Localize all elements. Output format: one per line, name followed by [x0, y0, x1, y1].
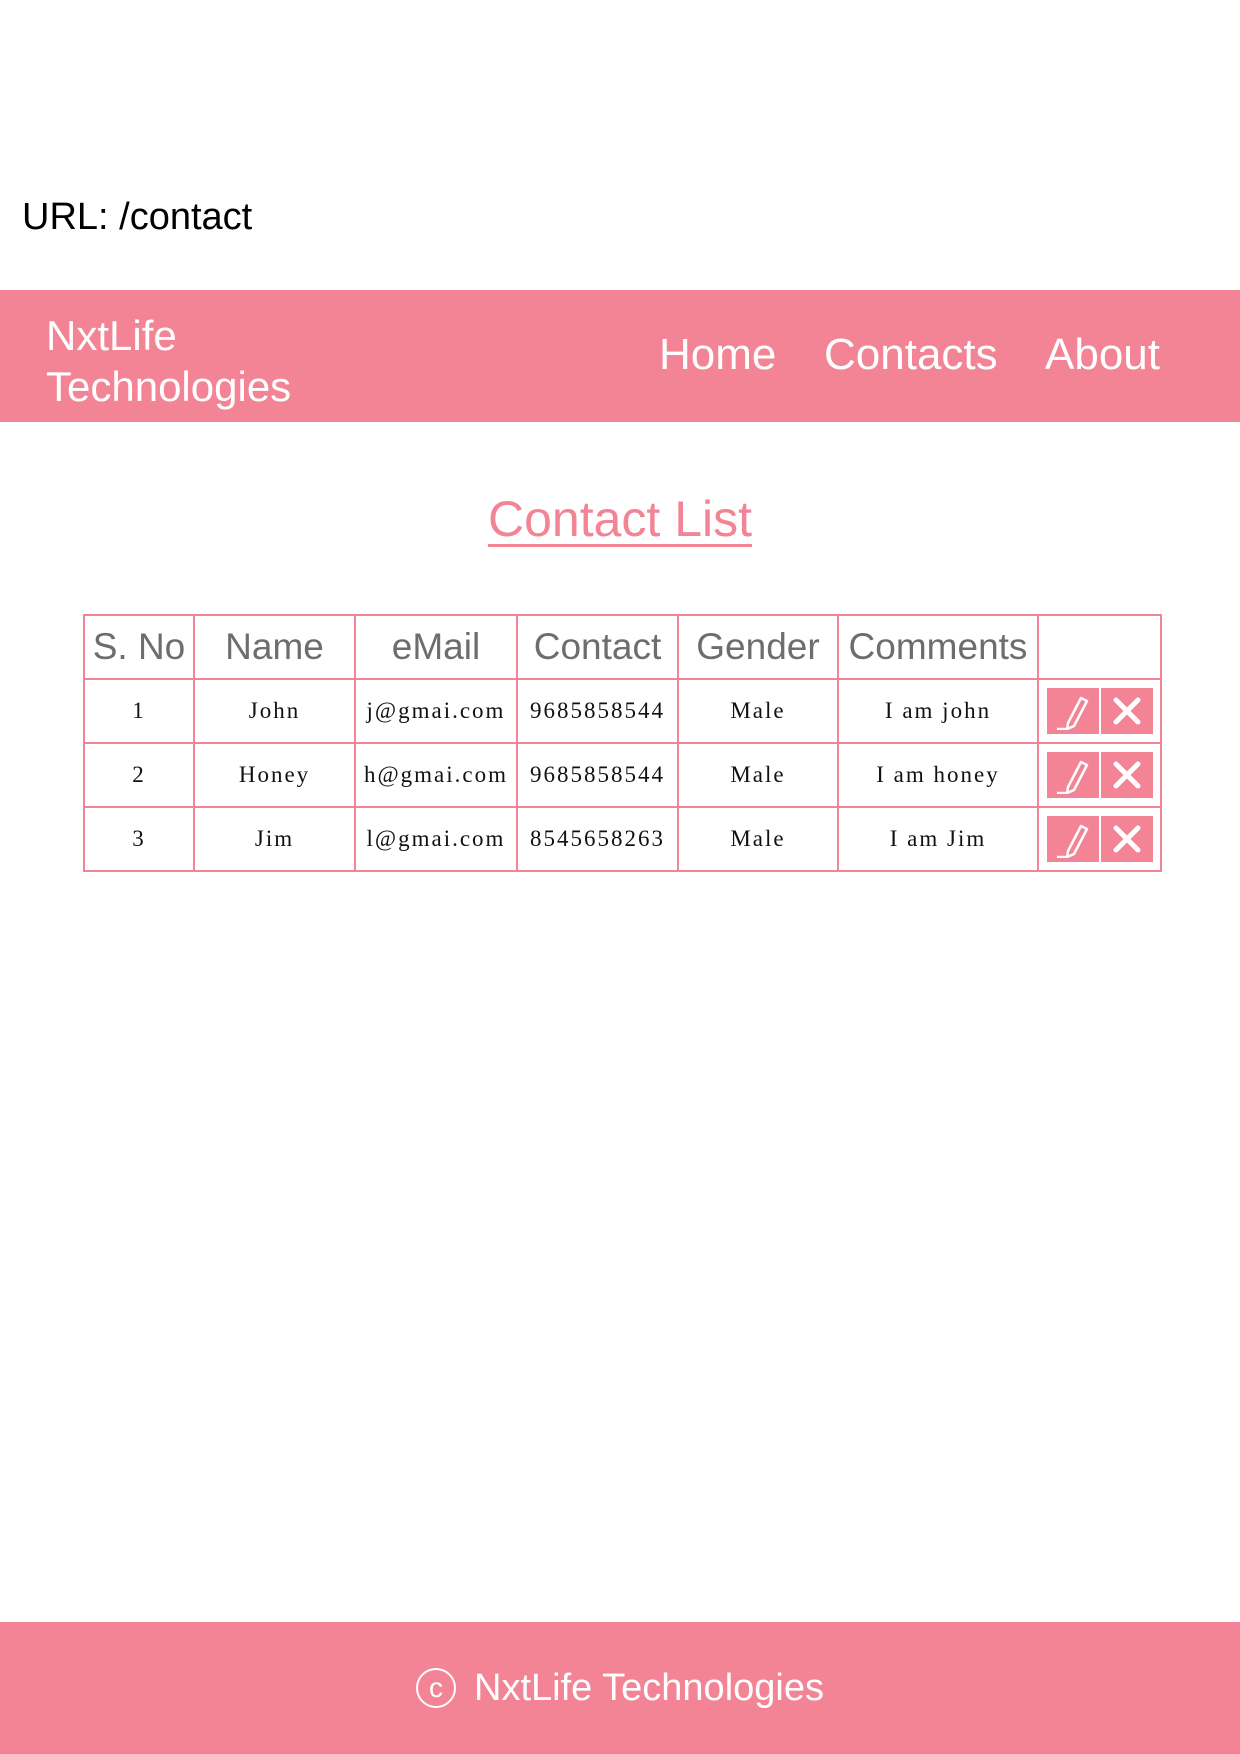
header-comments: Comments: [837, 614, 1039, 680]
brand-line-2: Technologies: [46, 363, 292, 410]
delete-button[interactable]: [1100, 816, 1153, 862]
nav-contacts[interactable]: Contacts: [824, 330, 998, 380]
cell-actions: [1037, 678, 1162, 744]
delete-button[interactable]: [1100, 688, 1153, 734]
cell-comments: I am honey: [837, 742, 1039, 808]
brand-logo-text[interactable]: NxtLife Technologies: [46, 310, 366, 412]
pencil-icon: [1056, 760, 1088, 794]
table-row: 3 Jim l@gmai.com 8545658263 Male I am Ji…: [83, 806, 1162, 872]
cell-contact: 9685858544: [516, 678, 679, 744]
pencil-icon: [1056, 824, 1088, 858]
close-icon: [1113, 761, 1140, 789]
header-name: Name: [193, 614, 356, 680]
cell-sno: 3: [83, 806, 195, 872]
cell-comments: I am Jim: [837, 806, 1039, 872]
header-actions: [1037, 614, 1162, 680]
title-wrap: Contact List: [0, 490, 1240, 548]
url-label: URL: /contact: [22, 196, 253, 238]
cell-gender: Male: [677, 742, 839, 808]
cell-contact: 8545658263: [516, 806, 679, 872]
nav-about[interactable]: About: [1045, 330, 1160, 380]
copyright-icon: c: [416, 1668, 457, 1708]
cell-email: h@gmai.com: [354, 742, 518, 808]
edit-button[interactable]: [1046, 816, 1099, 862]
table-header-row: S. No Name eMail Contact Gender Comments: [83, 614, 1162, 680]
table-row: 2 Honey h@gmai.com 9685858544 Male I am …: [83, 742, 1162, 808]
edit-button[interactable]: [1046, 752, 1099, 798]
cell-name: Jim: [193, 806, 356, 872]
cell-sno: 1: [83, 678, 195, 744]
close-icon: [1113, 697, 1140, 725]
footer: c NxtLife Technologies: [0, 1622, 1240, 1754]
cell-gender: Male: [677, 678, 839, 744]
cell-email: l@gmai.com: [354, 806, 518, 872]
cell-actions: [1037, 806, 1162, 872]
header-sno: S. No: [83, 614, 195, 680]
contact-table: S. No Name eMail Contact Gender Comments…: [83, 614, 1162, 872]
cell-name: John: [193, 678, 356, 744]
nav-home[interactable]: Home: [659, 330, 776, 380]
table-row: 1 John j@gmai.com 9685858544 Male I am j…: [83, 678, 1162, 744]
header-gender: Gender: [677, 614, 839, 680]
brand-line-1: NxtLife: [46, 312, 177, 359]
cell-email: j@gmai.com: [354, 678, 518, 744]
cell-actions: [1037, 742, 1162, 808]
cell-name: Honey: [193, 742, 356, 808]
pencil-icon: [1056, 696, 1088, 730]
header-email: eMail: [354, 614, 518, 680]
navbar: NxtLife Technologies Home Contacts About: [0, 290, 1240, 422]
header-contact: Contact: [516, 614, 679, 680]
cell-gender: Male: [677, 806, 839, 872]
page-title: Contact List: [487, 491, 752, 547]
edit-button[interactable]: [1046, 688, 1099, 734]
cell-contact: 9685858544: [516, 742, 679, 808]
close-icon: [1113, 825, 1140, 853]
footer-text: NxtLife Technologies: [474, 1666, 824, 1709]
cell-sno: 2: [83, 742, 195, 808]
delete-button[interactable]: [1100, 752, 1153, 798]
cell-comments: I am john: [837, 678, 1039, 744]
